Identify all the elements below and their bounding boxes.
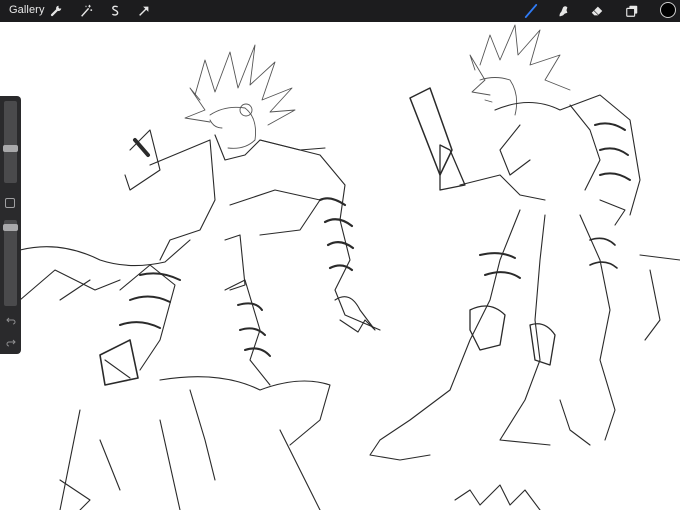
sketch-artwork (19, 24, 680, 510)
wrench-icon[interactable] (47, 2, 65, 20)
drawing-canvas[interactable] (0, 22, 680, 510)
undo-icon[interactable] (4, 314, 17, 326)
color-picker-swatch[interactable] (660, 2, 676, 18)
gallery-button[interactable]: Gallery (9, 4, 45, 16)
modify-square-icon[interactable] (5, 198, 15, 208)
eraser-icon[interactable] (588, 2, 606, 20)
redo-icon[interactable] (4, 336, 17, 348)
brush-size-slider[interactable] (4, 101, 17, 183)
layers-icon[interactable] (623, 2, 641, 20)
magic-wand-icon[interactable] (77, 2, 95, 20)
brush-icon[interactable] (522, 2, 540, 20)
opacity-slider[interactable] (4, 220, 17, 306)
brush-size-thumb[interactable] (3, 145, 18, 152)
top-toolbar: Gallery (0, 0, 680, 22)
transform-arrow-icon[interactable] (135, 2, 153, 20)
opacity-thumb[interactable] (3, 224, 18, 231)
sidebar-panel (0, 96, 21, 354)
selection-s-icon[interactable] (106, 2, 124, 20)
smudge-icon[interactable] (554, 2, 572, 20)
